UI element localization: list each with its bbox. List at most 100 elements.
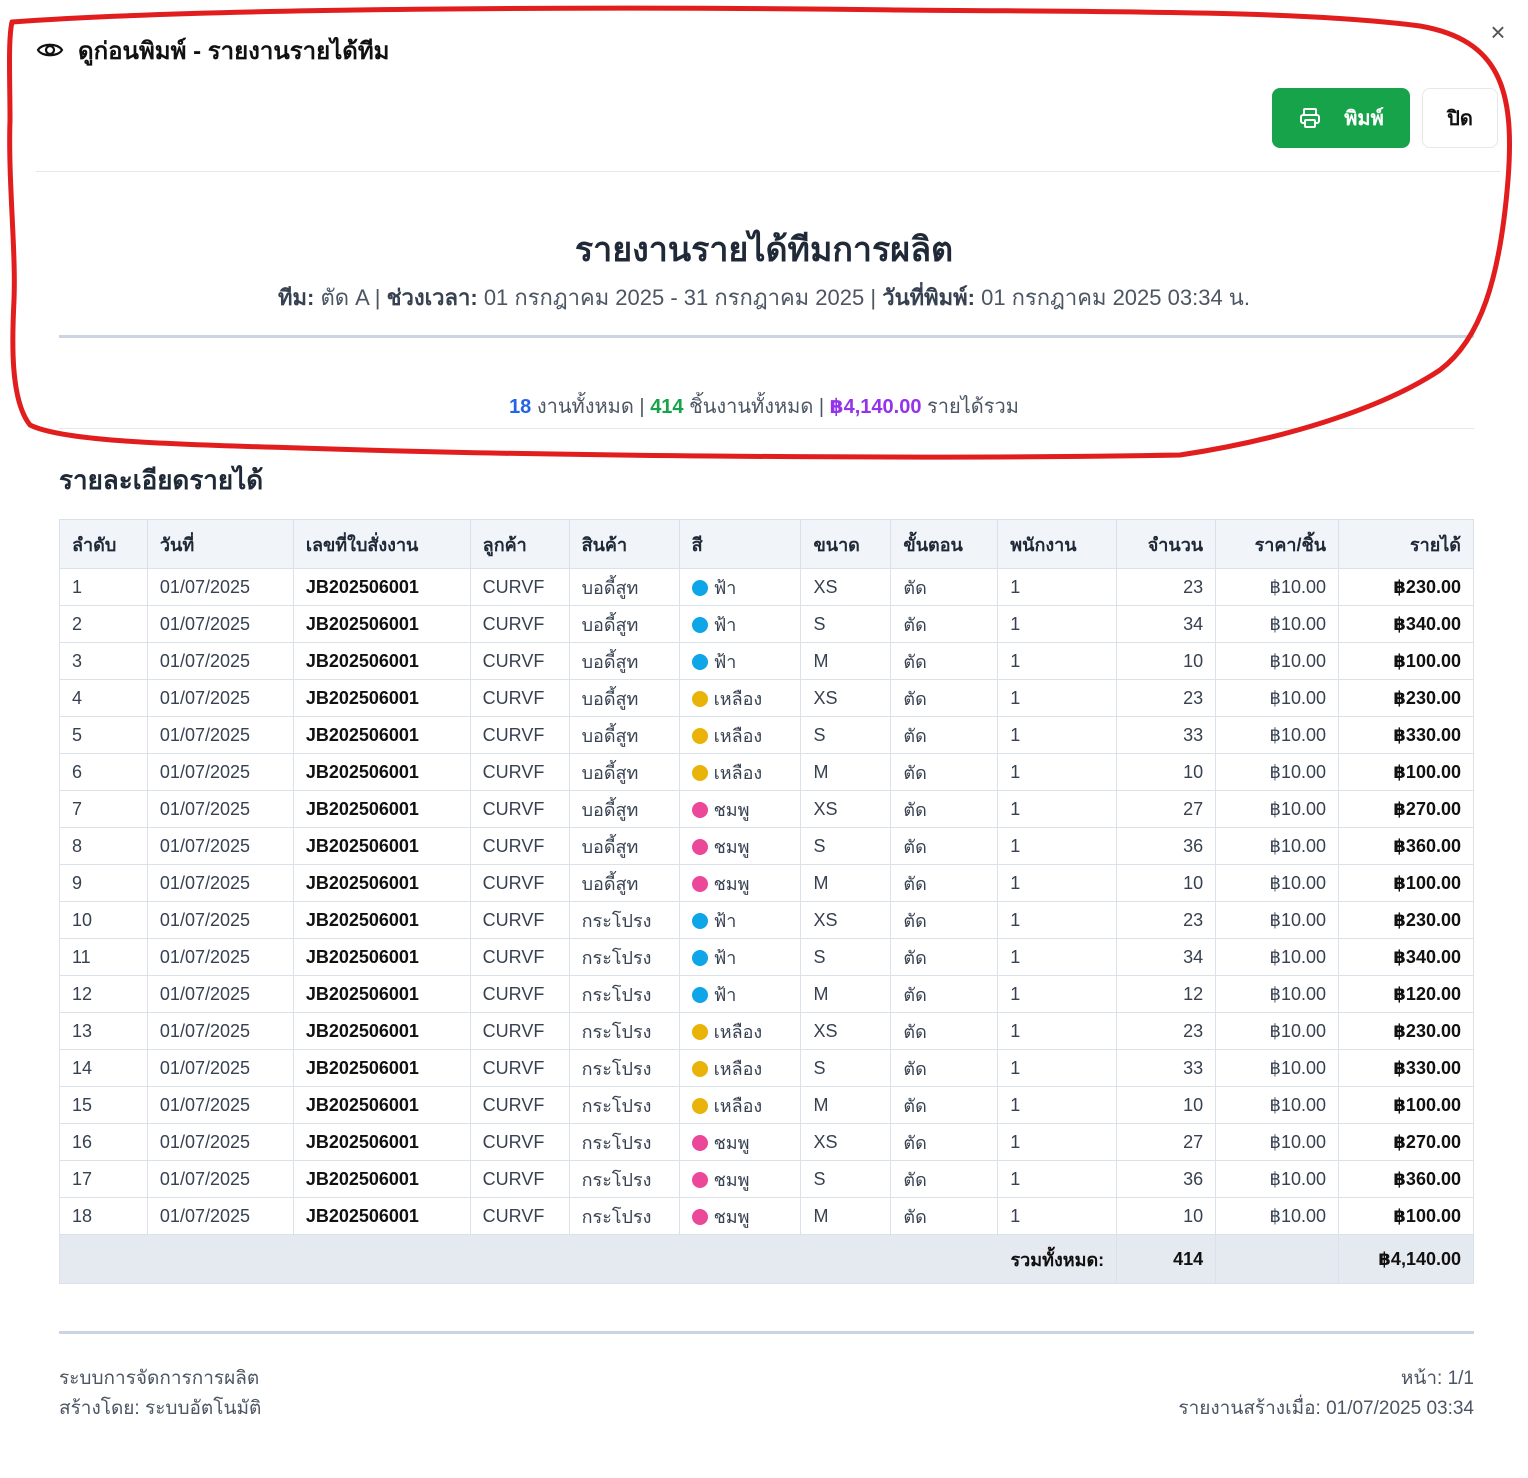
col-date-cell: 01/07/2025 xyxy=(146,938,294,976)
col-date-cell: 01/07/2025 xyxy=(146,975,294,1013)
col-unit-price-cell: ฿10.00 xyxy=(1215,1012,1340,1050)
col-quantity-cell: 10 xyxy=(1116,1086,1217,1124)
col-employee-cell: 1 xyxy=(997,975,1118,1013)
revenue-label: รายได้รวม xyxy=(927,396,1019,418)
footer-left: ระบบการจัดการการผลิต สร้างโดย: ระบบอัตโน… xyxy=(59,1364,261,1424)
col-index-cell: 16 xyxy=(59,1123,148,1161)
col-employee-cell: 1 xyxy=(997,642,1118,680)
print-preview-dialog: × ดูก่อนพิมพ์ - รายงานรายได้ทีม พิมพ์ ปิ… xyxy=(0,0,1528,1478)
total-revenue: ฿4,140.00 xyxy=(1338,1234,1474,1284)
color-label: ฟ้า xyxy=(713,910,737,931)
color-label: ฟ้า xyxy=(713,577,737,598)
print-button[interactable]: พิมพ์ xyxy=(1272,88,1410,148)
col-quantity-cell: 10 xyxy=(1116,642,1217,680)
col-product-header: สินค้า xyxy=(568,519,680,569)
col-product-cell: กระโปรง xyxy=(568,1086,680,1124)
col-index-cell: 1 xyxy=(59,568,148,606)
color-label: เหลือง xyxy=(713,1058,763,1079)
col-product-cell: บอดี้สูท xyxy=(568,568,680,606)
col-employee-cell: 1 xyxy=(997,1160,1118,1198)
col-job-no-cell: JB202506001 xyxy=(292,642,471,680)
col-step-cell: ตัด xyxy=(890,790,999,828)
col-step-cell: ตัด xyxy=(890,568,999,606)
meta-separator: | xyxy=(374,285,381,310)
col-unit-price-cell: ฿10.00 xyxy=(1215,753,1340,791)
col-customer-cell: CURVF xyxy=(469,1123,570,1161)
table-row: 18 01/07/2025 JB202506001 CURVF กระโปรง ชมพู M… xyxy=(59,1197,1474,1235)
print-button-label: พิมพ์ xyxy=(1344,108,1384,130)
col-customer-cell: CURVF xyxy=(469,975,570,1013)
col-revenue-cell: ฿100.00 xyxy=(1338,753,1474,791)
dialog-title: ดูก่อนพิมพ์ - รายงานรายได้ทีม xyxy=(78,37,390,65)
col-color-cell: ชมพู xyxy=(678,790,802,828)
col-employee-cell: 1 xyxy=(997,827,1118,865)
col-quantity-cell: 10 xyxy=(1116,1197,1217,1235)
color-label: ชมพู xyxy=(713,836,750,857)
table-row: 10 01/07/2025 JB202506001 CURVF กระโปรง ฟ้า XS… xyxy=(59,901,1474,939)
col-index-cell: 3 xyxy=(59,642,148,680)
col-index-cell: 5 xyxy=(59,716,148,754)
col-customer-cell: CURVF xyxy=(469,1086,570,1124)
col-unit-price-cell: ฿10.00 xyxy=(1215,864,1340,902)
col-product-cell: บอดี้สูท xyxy=(568,679,680,717)
col-quantity-cell: 23 xyxy=(1116,1012,1217,1050)
col-color-cell: ฟ้า xyxy=(678,605,802,643)
close-button[interactable]: ปิด xyxy=(1422,88,1498,148)
col-unit-price-cell: ฿10.00 xyxy=(1215,605,1340,643)
color-label: ชมพู xyxy=(713,873,750,894)
color-swatch-icon xyxy=(691,949,708,966)
col-size-cell: M xyxy=(800,1086,892,1124)
summary-separator: | xyxy=(818,396,825,418)
col-job-no-cell: JB202506001 xyxy=(292,1012,471,1050)
footer-created-by: สร้างโดย: ระบบอัตโนมัติ xyxy=(59,1398,262,1419)
col-employee-cell: 1 xyxy=(997,1197,1118,1235)
title-divider xyxy=(59,335,1474,338)
color-label: ชมพู xyxy=(713,1206,750,1227)
col-size-cell: M xyxy=(800,975,892,1013)
table-row: 13 01/07/2025 JB202506001 CURVF กระโปรง เหลือ… xyxy=(59,1012,1474,1050)
col-step-cell: ตัด xyxy=(890,1160,999,1198)
col-step-cell: ตัด xyxy=(890,753,999,791)
col-unit-price-cell: ฿10.00 xyxy=(1215,1049,1340,1087)
col-index-cell: 14 xyxy=(59,1049,148,1087)
col-color-cell: ฟ้า xyxy=(678,568,802,606)
col-customer-cell: CURVF xyxy=(469,605,570,643)
col-color-cell: เหลือง xyxy=(678,679,802,717)
col-customer-cell: CURVF xyxy=(469,864,570,902)
col-job-no-cell: JB202506001 xyxy=(292,864,471,902)
col-date-cell: 01/07/2025 xyxy=(146,1160,294,1198)
close-icon[interactable]: × xyxy=(1486,19,1510,45)
col-customer-header: ลูกค้า xyxy=(469,519,570,569)
col-date-cell: 01/07/2025 xyxy=(146,605,294,643)
col-date-cell: 01/07/2025 xyxy=(146,716,294,754)
period-label: ช่วงเวลา: xyxy=(386,285,478,310)
color-swatch-icon xyxy=(691,986,708,1003)
col-job-no-cell: JB202506001 xyxy=(292,1049,471,1087)
col-revenue-cell: ฿270.00 xyxy=(1338,1123,1474,1161)
period-value: 01 กรกฎาคม 2025 - 31 กรกฎาคม 2025 xyxy=(483,285,865,310)
col-size-cell: M xyxy=(800,1197,892,1235)
col-revenue-cell: ฿330.00 xyxy=(1338,716,1474,754)
col-customer-cell: CURVF xyxy=(469,1012,570,1050)
col-color-header: สี xyxy=(678,519,802,569)
col-size-cell: S xyxy=(800,1160,892,1198)
color-swatch-icon xyxy=(691,912,708,929)
color-swatch-icon xyxy=(691,764,708,781)
col-color-cell: ฟ้า xyxy=(678,901,802,939)
col-quantity-cell: 27 xyxy=(1116,1123,1217,1161)
col-step-cell: ตัด xyxy=(890,605,999,643)
col-date-cell: 01/07/2025 xyxy=(146,568,294,606)
col-product-cell: บอดี้สูท xyxy=(568,753,680,791)
jobs-label: งานทั้งหมด xyxy=(536,396,634,418)
col-revenue-cell: ฿360.00 xyxy=(1338,827,1474,865)
col-color-cell: เหลือง xyxy=(678,1086,802,1124)
col-color-cell: เหลือง xyxy=(678,1012,802,1050)
report-meta: ทีม: ตัด A | ช่วงเวลา: 01 กรกฎาคม 2025 -… xyxy=(0,280,1528,315)
table-row: 12 01/07/2025 JB202506001 CURVF กระโปรง ฟ้า M ต… xyxy=(59,975,1474,1013)
pieces-label: ชิ้นงานทั้งหมด xyxy=(689,396,814,418)
col-product-cell: กระโปรง xyxy=(568,1049,680,1087)
col-step-cell: ตัด xyxy=(890,1123,999,1161)
col-color-cell: ฟ้า xyxy=(678,938,802,976)
col-quantity-cell: 12 xyxy=(1116,975,1217,1013)
col-customer-cell: CURVF xyxy=(469,642,570,680)
